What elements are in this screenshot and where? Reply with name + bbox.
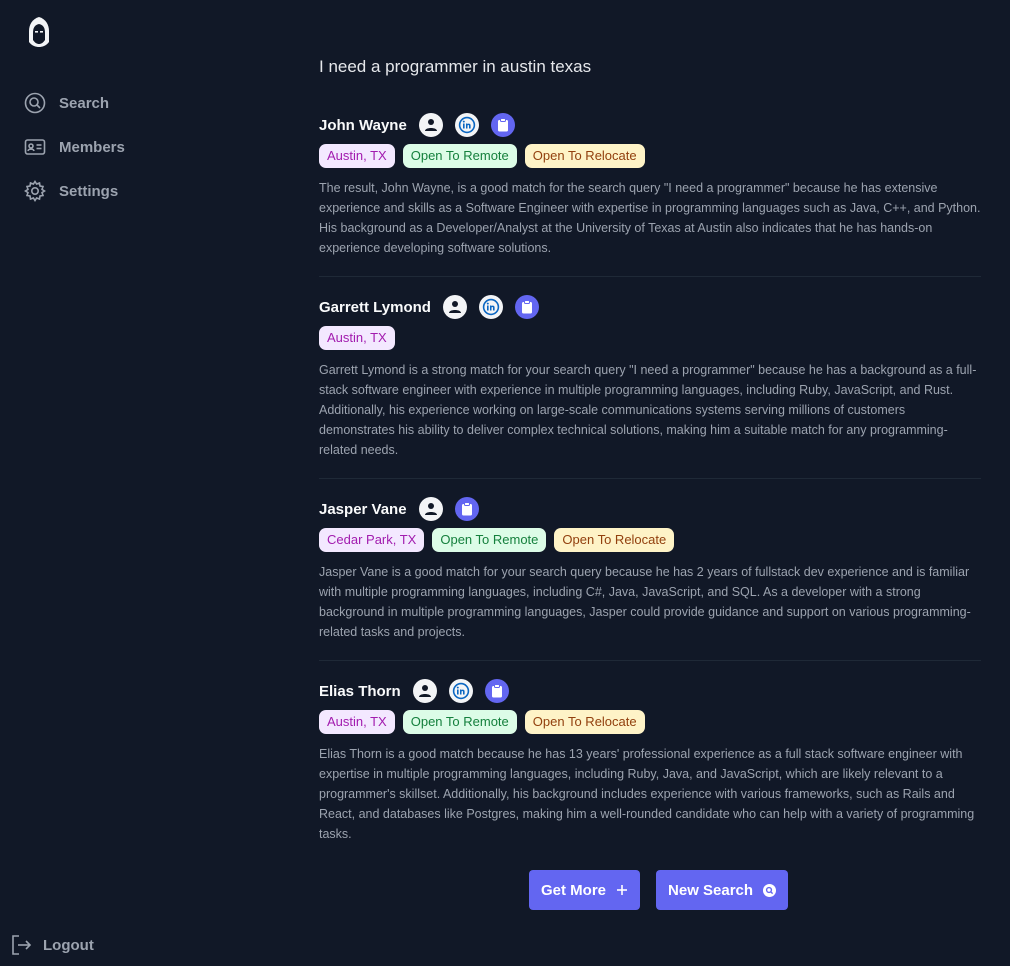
result-card: John Wayne Austin, TX Open To Remote Ope… — [319, 112, 981, 277]
result-header: Jasper Vane — [319, 496, 981, 522]
remote-tag: Open To Remote — [402, 710, 517, 734]
logout-button[interactable]: Logout — [10, 934, 94, 956]
location-tag: Austin, TX — [319, 144, 395, 168]
clipboard-icon[interactable] — [484, 679, 509, 703]
results-panel: I need a programmer in austin texas John… — [319, 56, 981, 844]
new-search-label: New Search — [668, 881, 754, 899]
tag-list: Cedar Park, TX Open To Remote Open To Re… — [319, 528, 981, 552]
result-card: Garrett Lymond Austin, TX Garrett Lymond… — [319, 294, 981, 479]
remote-tag: Open To Remote — [402, 144, 517, 168]
search-query-text: I need a programmer in austin texas — [319, 57, 592, 76]
profile-icon[interactable] — [418, 497, 443, 521]
new-search-button[interactable]: New Search — [656, 870, 789, 910]
sidebar-item-label: Settings — [59, 182, 119, 200]
sidebar-item-label: Search — [59, 94, 110, 112]
get-more-button[interactable]: Get More — [529, 870, 641, 910]
profile-icon[interactable] — [442, 295, 467, 319]
candidate-name: Jasper Vane — [319, 500, 407, 518]
candidate-name: John Wayne — [319, 116, 407, 134]
remote-tag: Open To Remote — [432, 528, 547, 552]
clipboard-icon[interactable] — [490, 113, 515, 137]
search-circle-icon — [763, 883, 777, 897]
candidate-name: Elias Thorn — [319, 682, 401, 700]
location-tag: Austin, TX — [319, 710, 395, 734]
sidebar-nav: Search Members Settings — [24, 90, 125, 222]
location-tag: Cedar Park, TX — [319, 528, 425, 552]
profile-icon[interactable] — [418, 113, 443, 137]
action-buttons: Get More New Search — [529, 870, 804, 910]
sidebar-item-settings[interactable]: Settings — [24, 178, 125, 204]
plus-icon — [616, 884, 628, 896]
linkedin-icon[interactable] — [478, 295, 503, 319]
match-description: Elias Thorn is a good match because he h… — [319, 747, 975, 841]
tag-list: Austin, TX Open To Remote Open To Reloca… — [319, 710, 981, 734]
result-header: Garrett Lymond — [319, 294, 981, 320]
app: Search Members Settings Logout I need a … — [0, 0, 1010, 966]
profile-icon[interactable] — [412, 679, 437, 703]
linkedin-icon[interactable] — [454, 113, 479, 137]
sidebar-item-label: Members — [59, 138, 125, 156]
gear-icon — [24, 180, 46, 202]
clipboard-icon[interactable] — [514, 295, 539, 319]
relocate-tag: Open To Relocate — [524, 144, 645, 168]
get-more-label: Get More — [541, 881, 607, 899]
hooded-figure-logo-icon[interactable] — [26, 16, 52, 48]
sidebar: Search Members Settings Logout — [0, 0, 250, 966]
match-description: Jasper Vane is a good match for your sea… — [319, 565, 971, 639]
linkedin-icon[interactable] — [448, 679, 473, 703]
id-card-icon — [24, 136, 46, 158]
match-description: Garrett Lymond is a strong match for you… — [319, 363, 977, 457]
relocate-tag: Open To Relocate — [554, 528, 675, 552]
tag-list: Austin, TX Open To Remote Open To Reloca… — [319, 144, 981, 168]
result-card: Elias Thorn Austin, TX Open To Remote Op… — [319, 678, 981, 844]
logout-label: Logout — [43, 936, 94, 954]
sidebar-item-members[interactable]: Members — [24, 134, 125, 160]
relocate-tag: Open To Relocate — [524, 710, 645, 734]
match-description: The result, John Wayne, is a good match … — [319, 181, 981, 255]
location-tag: Austin, TX — [319, 326, 395, 350]
clipboard-icon[interactable] — [454, 497, 479, 521]
result-header: Elias Thorn — [319, 678, 981, 704]
candidate-name: Garrett Lymond — [319, 298, 431, 316]
tag-list: Austin, TX — [319, 326, 981, 350]
search-icon — [24, 92, 46, 114]
sidebar-item-search[interactable]: Search — [24, 90, 125, 116]
result-card: Jasper Vane Cedar Park, TX Open To Remot… — [319, 496, 981, 661]
result-header: John Wayne — [319, 112, 981, 138]
logout-icon — [10, 934, 32, 956]
